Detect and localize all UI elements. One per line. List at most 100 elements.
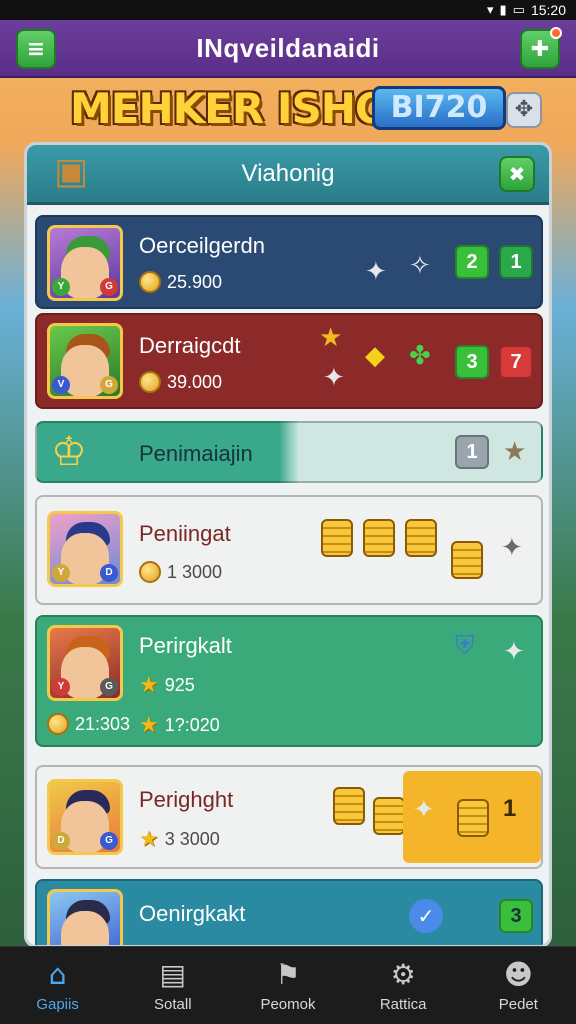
close-button[interactable]: ✖ bbox=[499, 156, 535, 192]
user-icon: ☻ bbox=[503, 958, 533, 991]
star-icon: ★ bbox=[319, 323, 343, 353]
gem-icon: ◆ bbox=[365, 341, 385, 371]
puzzle-icon: ✦ bbox=[503, 637, 525, 667]
list-item[interactable]: Y D Peniingat 1 3000 ✦ bbox=[35, 495, 543, 605]
coin-icon bbox=[139, 271, 161, 293]
section-title: Penimaiajin bbox=[139, 441, 253, 466]
avatar: V G bbox=[47, 323, 123, 399]
nav-label: Pedet bbox=[498, 996, 538, 1013]
menu-icon: ≡ bbox=[26, 36, 46, 62]
flag-icon: ⚑ bbox=[275, 958, 301, 991]
coin-stack-icon bbox=[333, 787, 365, 825]
coin-stack-icon bbox=[321, 519, 353, 557]
player-name: Perighght bbox=[139, 787, 234, 812]
avatar: D G bbox=[47, 779, 123, 855]
chest-icon: ▣ bbox=[53, 151, 88, 192]
avatar: Y G bbox=[47, 625, 123, 701]
player-name: Derraigcdt bbox=[139, 333, 241, 358]
coin-stack-icon bbox=[451, 541, 483, 579]
menu-button[interactable]: ≡ bbox=[16, 29, 56, 69]
panel-title: Viahonig bbox=[241, 159, 335, 187]
time-value: 21:303 bbox=[75, 713, 131, 734]
list-item[interactable]: D G Perighght ★ 3 3000 ✦ 1 bbox=[35, 765, 543, 869]
score-value: 25.900 bbox=[167, 271, 223, 292]
score-value: 3 3000 bbox=[164, 829, 220, 849]
nav-item-flag[interactable]: ⚑ Peomok bbox=[238, 958, 338, 1013]
player-name: Oerceilgerdn bbox=[139, 233, 265, 258]
star-stat-value: 1?:020 bbox=[164, 715, 220, 735]
score-value: 39.000 bbox=[167, 371, 223, 392]
list-item[interactable]: Y G Oerceilgerdn 25.900 ✦ ✧ 2 1 bbox=[35, 215, 543, 309]
bottom-nav: ⌂ Gapiis ▤ Sotall ⚑ Peomok ⚙ Rattica ☻ P… bbox=[0, 946, 576, 1024]
player-score: 25.900 bbox=[139, 271, 222, 293]
reward-count: 1 bbox=[503, 795, 517, 822]
signal-icon: ▮ bbox=[499, 2, 507, 18]
player-name: Oenirgkakt bbox=[139, 901, 246, 926]
list-item[interactable]: V G Derraigcdt 39.000 ★ ✦ ◆ ✤ 3 7 bbox=[35, 313, 543, 409]
star-icon: ★ bbox=[139, 713, 159, 738]
star-stat: ★ 1?:020 bbox=[139, 713, 220, 738]
wifi-icon: ▾ bbox=[486, 2, 494, 18]
star-icon: ★ bbox=[503, 437, 527, 467]
star-icon: ★ bbox=[139, 827, 159, 852]
home-icon: ⌂ bbox=[48, 958, 67, 991]
level-badge: 1 bbox=[499, 245, 533, 279]
app-title: INqveildanaidi bbox=[196, 32, 380, 63]
check-icon[interactable]: ✓ bbox=[409, 899, 443, 933]
player-score: 39.000 bbox=[139, 371, 222, 393]
rank-badge: 3 bbox=[455, 345, 489, 379]
clock-icon bbox=[47, 713, 69, 735]
player-score: ★ 3 3000 bbox=[139, 827, 220, 852]
leaderboard-panel: ▣ Viahonig ✖ Y G Oerceilgerdn 25.900 ✦ ✧… bbox=[24, 142, 552, 948]
document-icon: ▤ bbox=[159, 958, 187, 991]
avatar: Y G bbox=[47, 225, 123, 301]
player-score: 1 3000 bbox=[139, 561, 222, 583]
level-badge: 3 bbox=[499, 899, 533, 933]
gear-icon: ✥ bbox=[514, 97, 534, 122]
coin-icon bbox=[139, 371, 161, 393]
nav-label: Sotall bbox=[154, 996, 192, 1013]
nav-item-document[interactable]: ▤ Sotall bbox=[123, 958, 223, 1013]
panel-header: ▣ Viahonig ✖ bbox=[27, 145, 549, 205]
shield-icon: ⛨ bbox=[455, 631, 475, 661]
gear-icon: ⚙ bbox=[390, 958, 416, 991]
count-badge: 1 bbox=[455, 435, 489, 469]
puzzle-icon: ✦ bbox=[323, 363, 345, 393]
coin-icon bbox=[139, 561, 161, 583]
puzzle-icon: ✦ bbox=[501, 533, 523, 563]
status-time: 15:20 bbox=[530, 2, 566, 18]
nav-item-home[interactable]: ⌂ Gapiis bbox=[8, 958, 108, 1013]
rank-badge: 2 bbox=[455, 245, 489, 279]
clover-icon: ✤ bbox=[409, 341, 431, 371]
coin-stack-icon bbox=[363, 519, 395, 557]
list-item[interactable]: Oenirgkakt ✓ 3 bbox=[35, 879, 543, 945]
coin-stack-icon bbox=[457, 799, 489, 837]
avatar bbox=[47, 889, 123, 945]
nav-label: Peomok bbox=[260, 996, 316, 1013]
time-stat: 21:303 bbox=[47, 713, 130, 735]
coin-stack-icon bbox=[373, 797, 405, 835]
level-badge: 7 bbox=[499, 345, 533, 379]
settings-button[interactable]: ✥ bbox=[506, 92, 542, 128]
section-header[interactable]: ♔ Penimaiajin 1 ★ bbox=[35, 421, 543, 483]
player-score: ★ 925 bbox=[139, 673, 195, 698]
coin-stack-icon bbox=[405, 519, 437, 557]
status-bar: ▾ ▮ ▭ 15:20 bbox=[0, 0, 576, 20]
clover-icon: ✚ bbox=[530, 36, 550, 62]
close-icon: ✖ bbox=[508, 162, 526, 186]
star-icon: ✧ bbox=[409, 251, 431, 281]
list-item[interactable]: Y G Perirgkalt ★ 925 21:303 ★ 1?:020 ⛨ ✦ bbox=[35, 615, 543, 747]
add-friend-button[interactable]: ✚ bbox=[520, 27, 562, 69]
nav-label: Rattica bbox=[379, 996, 427, 1013]
puzzle-icon: ✦ bbox=[413, 795, 435, 825]
score-value: 1 3000 bbox=[167, 561, 223, 582]
nav-item-profile[interactable]: ☻ Pedet bbox=[468, 958, 568, 1013]
avatar: Y D bbox=[47, 511, 123, 587]
puzzle-icon: ✦ bbox=[365, 257, 387, 287]
player-name: Perirgkalt bbox=[139, 633, 232, 658]
star-icon: ★ bbox=[139, 673, 159, 698]
nav-item-settings[interactable]: ⚙ Rattica bbox=[353, 958, 453, 1013]
crown-icon: ♔ bbox=[51, 429, 87, 475]
app-bar: ≡ INqveildanaidi ✚ bbox=[0, 20, 576, 78]
battery-icon: ▭ bbox=[512, 2, 525, 18]
